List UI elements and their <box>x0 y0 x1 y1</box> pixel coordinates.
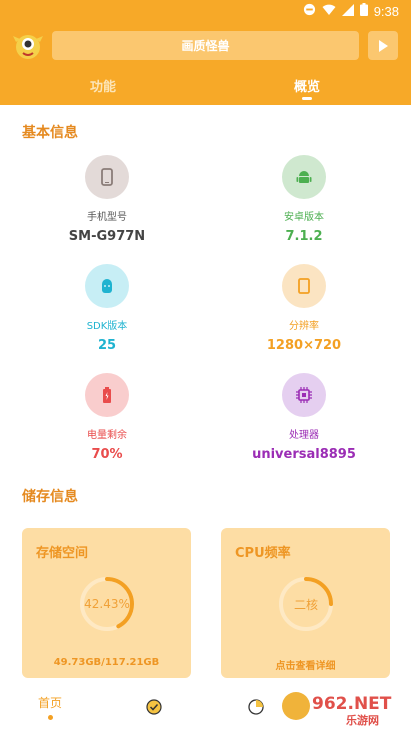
nav-home-label: 首页 <box>38 696 63 710</box>
cpu-card[interactable]: CPU频率 二核 点击查看详细 <box>221 528 390 678</box>
status-bar: 9:38 <box>0 0 411 24</box>
watermark-sub: 乐游网 <box>346 713 379 727</box>
info-sdk-version: SDK版本 25 <box>17 264 197 353</box>
nav-home[interactable]: 首页 <box>38 694 62 711</box>
storage-ring: 42.43% <box>78 575 136 633</box>
wifi-icon <box>322 4 336 19</box>
info-android-version: 安卓版本 7.1.2 <box>214 155 394 244</box>
cpu-cores: 二核 <box>293 597 318 612</box>
info-label: 电量剩余 <box>87 430 127 441</box>
signal-icon <box>341 3 354 19</box>
info-label: 手机型号 <box>87 212 127 223</box>
info-value: universal8895 <box>252 447 356 462</box>
status-icons: 9:38 <box>303 3 399 19</box>
cpu-detail-link[interactable]: 点击查看详细 <box>221 657 390 672</box>
watermark-brand: 962.NET <box>312 694 392 714</box>
battery-status-icon <box>359 3 368 19</box>
app-logo <box>12 30 44 62</box>
storage-percent: 42.43% <box>84 597 130 611</box>
storage-card[interactable]: 存储空间 42.43% 49.73GB/117.21GB <box>22 528 191 678</box>
tab-functions-label: 功能 <box>90 80 117 95</box>
play-icon <box>379 39 388 52</box>
section-basic-info: 基本信息 <box>22 125 78 141</box>
info-phone-model: 手机型号 SM-G977N <box>17 155 197 244</box>
tab-overview[interactable]: 概览 <box>294 76 320 95</box>
play-button[interactable] <box>368 31 398 60</box>
watermark-logo: 962.NET 乐游网 <box>270 683 410 730</box>
card-title: CPU频率 <box>235 546 291 561</box>
nav-boost[interactable] <box>145 698 163 720</box>
tab-overview-label: 概览 <box>294 80 321 95</box>
tab-functions[interactable]: 功能 <box>90 76 116 95</box>
info-value: 7.1.2 <box>285 229 323 244</box>
pie-chart-icon <box>248 699 264 715</box>
top-header: 9:38 画质怪兽 功能 概览 <box>0 0 411 105</box>
info-label: SDK版本 <box>86 321 128 332</box>
info-processor: 处理器 universal8895 <box>214 373 394 462</box>
info-value: 1280×720 <box>266 338 342 353</box>
info-value: SM-G977N <box>68 229 146 244</box>
dnd-icon <box>303 3 316 19</box>
phone-icon <box>85 155 129 199</box>
cpu-ring: 二核 <box>277 575 335 633</box>
resolution-icon <box>282 264 326 308</box>
gear-check-icon <box>146 699 162 715</box>
info-value: 25 <box>97 338 117 353</box>
info-battery: 电量剩余 70% <box>17 373 197 462</box>
app-title: 画质怪兽 <box>181 39 230 53</box>
status-time: 9:38 <box>373 3 399 19</box>
info-resolution: 分辨率 1280×720 <box>214 264 394 353</box>
info-label: 安卓版本 <box>284 212 324 223</box>
title-bar[interactable]: 画质怪兽 <box>52 31 359 60</box>
info-value: 70% <box>91 447 123 462</box>
info-label: 处理器 <box>289 430 319 441</box>
android-icon <box>282 155 326 199</box>
tab-indicator <box>302 97 312 100</box>
section-storage-info: 储存信息 <box>22 489 78 505</box>
storage-usage: 49.73GB/117.21GB <box>53 657 160 668</box>
nav-stats[interactable] <box>247 698 265 720</box>
sdk-icon <box>85 264 129 308</box>
chip-icon <box>282 373 326 417</box>
nav-active-dot <box>48 715 53 720</box>
info-label: 分辨率 <box>289 321 319 332</box>
card-title: 存储空间 <box>36 546 89 561</box>
battery-icon <box>85 373 129 417</box>
